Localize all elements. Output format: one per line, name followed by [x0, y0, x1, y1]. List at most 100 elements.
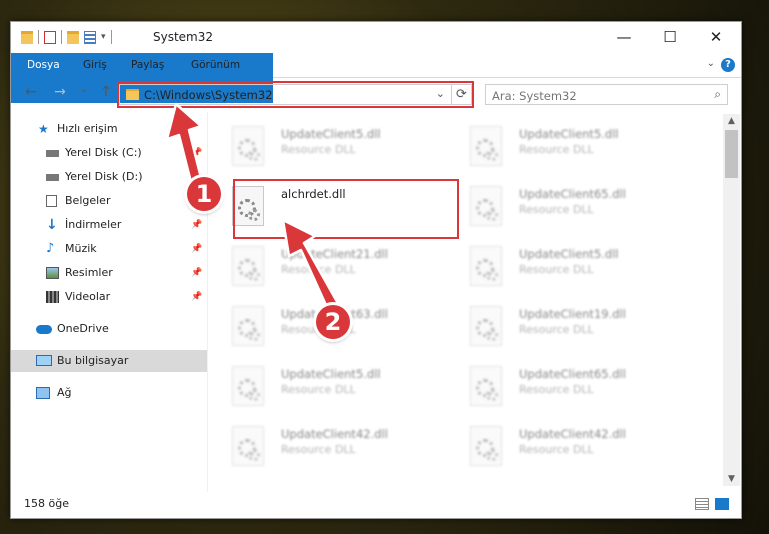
- file-item[interactable]: UpdateClient42.dll Resource DLL: [211, 418, 441, 468]
- file-type: Resource DLL: [519, 383, 594, 396]
- dll-file-icon: [232, 306, 264, 346]
- dll-file-icon: [470, 306, 502, 346]
- file-name: UpdateClient5.dll: [281, 127, 381, 141]
- tab-view[interactable]: Görünüm: [179, 53, 252, 77]
- window-title: System32: [153, 30, 214, 44]
- address-highlight-box: [117, 81, 474, 108]
- sidebar-item-downloads[interactable]: ↓ İndirmeler 📌: [11, 214, 207, 236]
- documents-icon: [46, 195, 57, 207]
- scroll-up-icon[interactable]: ▲: [723, 116, 740, 126]
- file-item[interactable]: UpdateClient21.dll Resource DLL: [211, 238, 441, 288]
- file-item[interactable]: UpdateClient19.dll Resource DLL: [449, 298, 679, 348]
- file-item[interactable]: UpdateClient5.dll Resource DLL: [449, 238, 679, 288]
- file-item[interactable]: UpdateClient65.dll Resource DLL: [449, 178, 679, 228]
- file-type: Resource DLL: [519, 143, 594, 156]
- cloud-icon: [36, 325, 52, 334]
- explorer-window: ▾ System32 — ☐ ✕ Dosya Giriş Paylaş Görü…: [10, 21, 742, 519]
- item-count: 158 öğe: [24, 497, 69, 510]
- videos-icon: [46, 291, 59, 303]
- dll-file-icon: [232, 126, 264, 166]
- pane-divider[interactable]: [207, 112, 208, 492]
- sidebar-item-label: Yerel Disk (C:): [65, 146, 142, 159]
- music-icon: ♪: [46, 241, 55, 256]
- large-icons-view-icon[interactable]: [715, 498, 729, 510]
- sidebar-item-label: Hızlı erişim: [57, 122, 118, 135]
- search-box[interactable]: ⌕: [485, 84, 728, 106]
- file-type: Resource DLL: [519, 323, 594, 336]
- file-type: Resource DLL: [281, 143, 356, 156]
- file-name: UpdateClient21.dll: [281, 247, 388, 261]
- sidebar-item-this-pc[interactable]: Bu bilgisayar: [11, 350, 207, 372]
- dll-file-icon: [470, 246, 502, 286]
- file-name: UpdateClient65.dll: [519, 367, 626, 381]
- sidebar-item-label: İndirmeler: [65, 218, 122, 231]
- sidebar-item-label: Belgeler: [65, 194, 111, 207]
- callout-badge-2: 2: [316, 305, 350, 339]
- sidebar-item-quick-access[interactable]: ★ Hızlı erişim: [11, 118, 207, 140]
- callout-badge-1: 1: [187, 177, 221, 211]
- new-folder-icon[interactable]: [67, 30, 79, 44]
- customize-qat-icon[interactable]: ▾: [101, 32, 106, 42]
- back-button[interactable]: ←: [22, 84, 40, 100]
- scroll-down-icon[interactable]: ▼: [723, 474, 740, 484]
- pin-icon[interactable]: 📌: [191, 142, 202, 164]
- sidebar-item-onedrive[interactable]: OneDrive: [11, 318, 207, 340]
- search-input[interactable]: [486, 85, 704, 106]
- quick-access-toolbar: ▾: [21, 30, 112, 44]
- pin-icon[interactable]: 📌: [191, 286, 202, 308]
- divider: [61, 30, 62, 44]
- tab-home[interactable]: Giriş: [71, 53, 119, 77]
- details-view-icon[interactable]: [695, 498, 709, 510]
- ribbon-tabs: Dosya Giriş Paylaş Görünüm ⌄ ?: [11, 53, 741, 103]
- title-bar: ▾ System32 — ☐ ✕: [11, 22, 741, 52]
- view-toggle-icon[interactable]: [84, 30, 96, 44]
- dll-file-icon: [470, 186, 502, 226]
- navigation-pane: ★ Hızlı erişim Yerel Disk (C:) 📌 Yerel D…: [11, 118, 207, 478]
- file-name: UpdateClient5.dll: [281, 367, 381, 381]
- sidebar-item-local-disk-c[interactable]: Yerel Disk (C:) 📌: [11, 142, 207, 164]
- properties-icon[interactable]: [44, 30, 56, 44]
- scroll-thumb[interactable]: [725, 130, 738, 178]
- forward-button[interactable]: →: [51, 84, 69, 100]
- file-item[interactable]: UpdateClient65.dll Resource DLL: [449, 358, 679, 408]
- file-item[interactable]: UpdateClient5.dll Resource DLL: [211, 118, 441, 168]
- pictures-icon: [46, 267, 59, 279]
- search-icon[interactable]: ⌕: [714, 87, 721, 102]
- file-name: UpdateClient5.dll: [519, 127, 619, 141]
- sidebar-item-videos[interactable]: Videolar 📌: [11, 286, 207, 308]
- sidebar-item-label: Bu bilgisayar: [57, 354, 129, 367]
- file-type: Resource DLL: [281, 443, 356, 456]
- pin-icon[interactable]: 📌: [191, 238, 202, 260]
- sidebar-item-label: Yerel Disk (D:): [65, 170, 143, 183]
- file-item[interactable]: UpdateClient5.dll Resource DLL: [211, 358, 441, 408]
- file-item[interactable]: UpdateClient42.dll Resource DLL: [449, 418, 679, 468]
- file-type: Resource DLL: [519, 203, 594, 216]
- network-icon: [36, 387, 50, 399]
- expand-ribbon-icon[interactable]: ⌄: [707, 58, 715, 69]
- file-item[interactable]: UpdateClient5.dll Resource DLL: [449, 118, 679, 168]
- sidebar-item-documents[interactable]: Belgeler 📌: [11, 190, 207, 212]
- computer-icon: [36, 355, 52, 366]
- sidebar-item-network[interactable]: Ağ: [11, 382, 207, 404]
- sidebar-item-local-disk-d[interactable]: Yerel Disk (D:) 📌: [11, 166, 207, 188]
- help-button[interactable]: ?: [721, 58, 735, 72]
- recent-locations-button[interactable]: ⌄: [75, 84, 93, 95]
- sidebar-item-pictures[interactable]: Resimler 📌: [11, 262, 207, 284]
- up-button[interactable]: ↑: [97, 84, 115, 100]
- file-type: Resource DLL: [519, 263, 594, 276]
- dll-file-icon: [232, 366, 264, 406]
- pin-icon[interactable]: 📌: [191, 262, 202, 284]
- divider: [38, 30, 39, 44]
- maximize-button[interactable]: ☐: [647, 22, 693, 52]
- file-type: Resource DLL: [519, 443, 594, 456]
- pin-icon[interactable]: 📌: [191, 214, 202, 236]
- sidebar-item-label: Müzik: [65, 242, 97, 255]
- minimize-button[interactable]: —: [601, 22, 647, 52]
- vertical-scrollbar[interactable]: ▲ ▼: [723, 114, 740, 486]
- tab-share[interactable]: Paylaş: [119, 53, 176, 77]
- file-list: UpdateClient5.dll Resource DLL UpdateCli…: [211, 114, 721, 486]
- file-name: UpdateClient19.dll: [519, 307, 626, 321]
- sidebar-item-label: Videolar: [65, 290, 111, 303]
- close-button[interactable]: ✕: [693, 22, 739, 52]
- sidebar-item-music[interactable]: ♪ Müzik 📌: [11, 238, 207, 260]
